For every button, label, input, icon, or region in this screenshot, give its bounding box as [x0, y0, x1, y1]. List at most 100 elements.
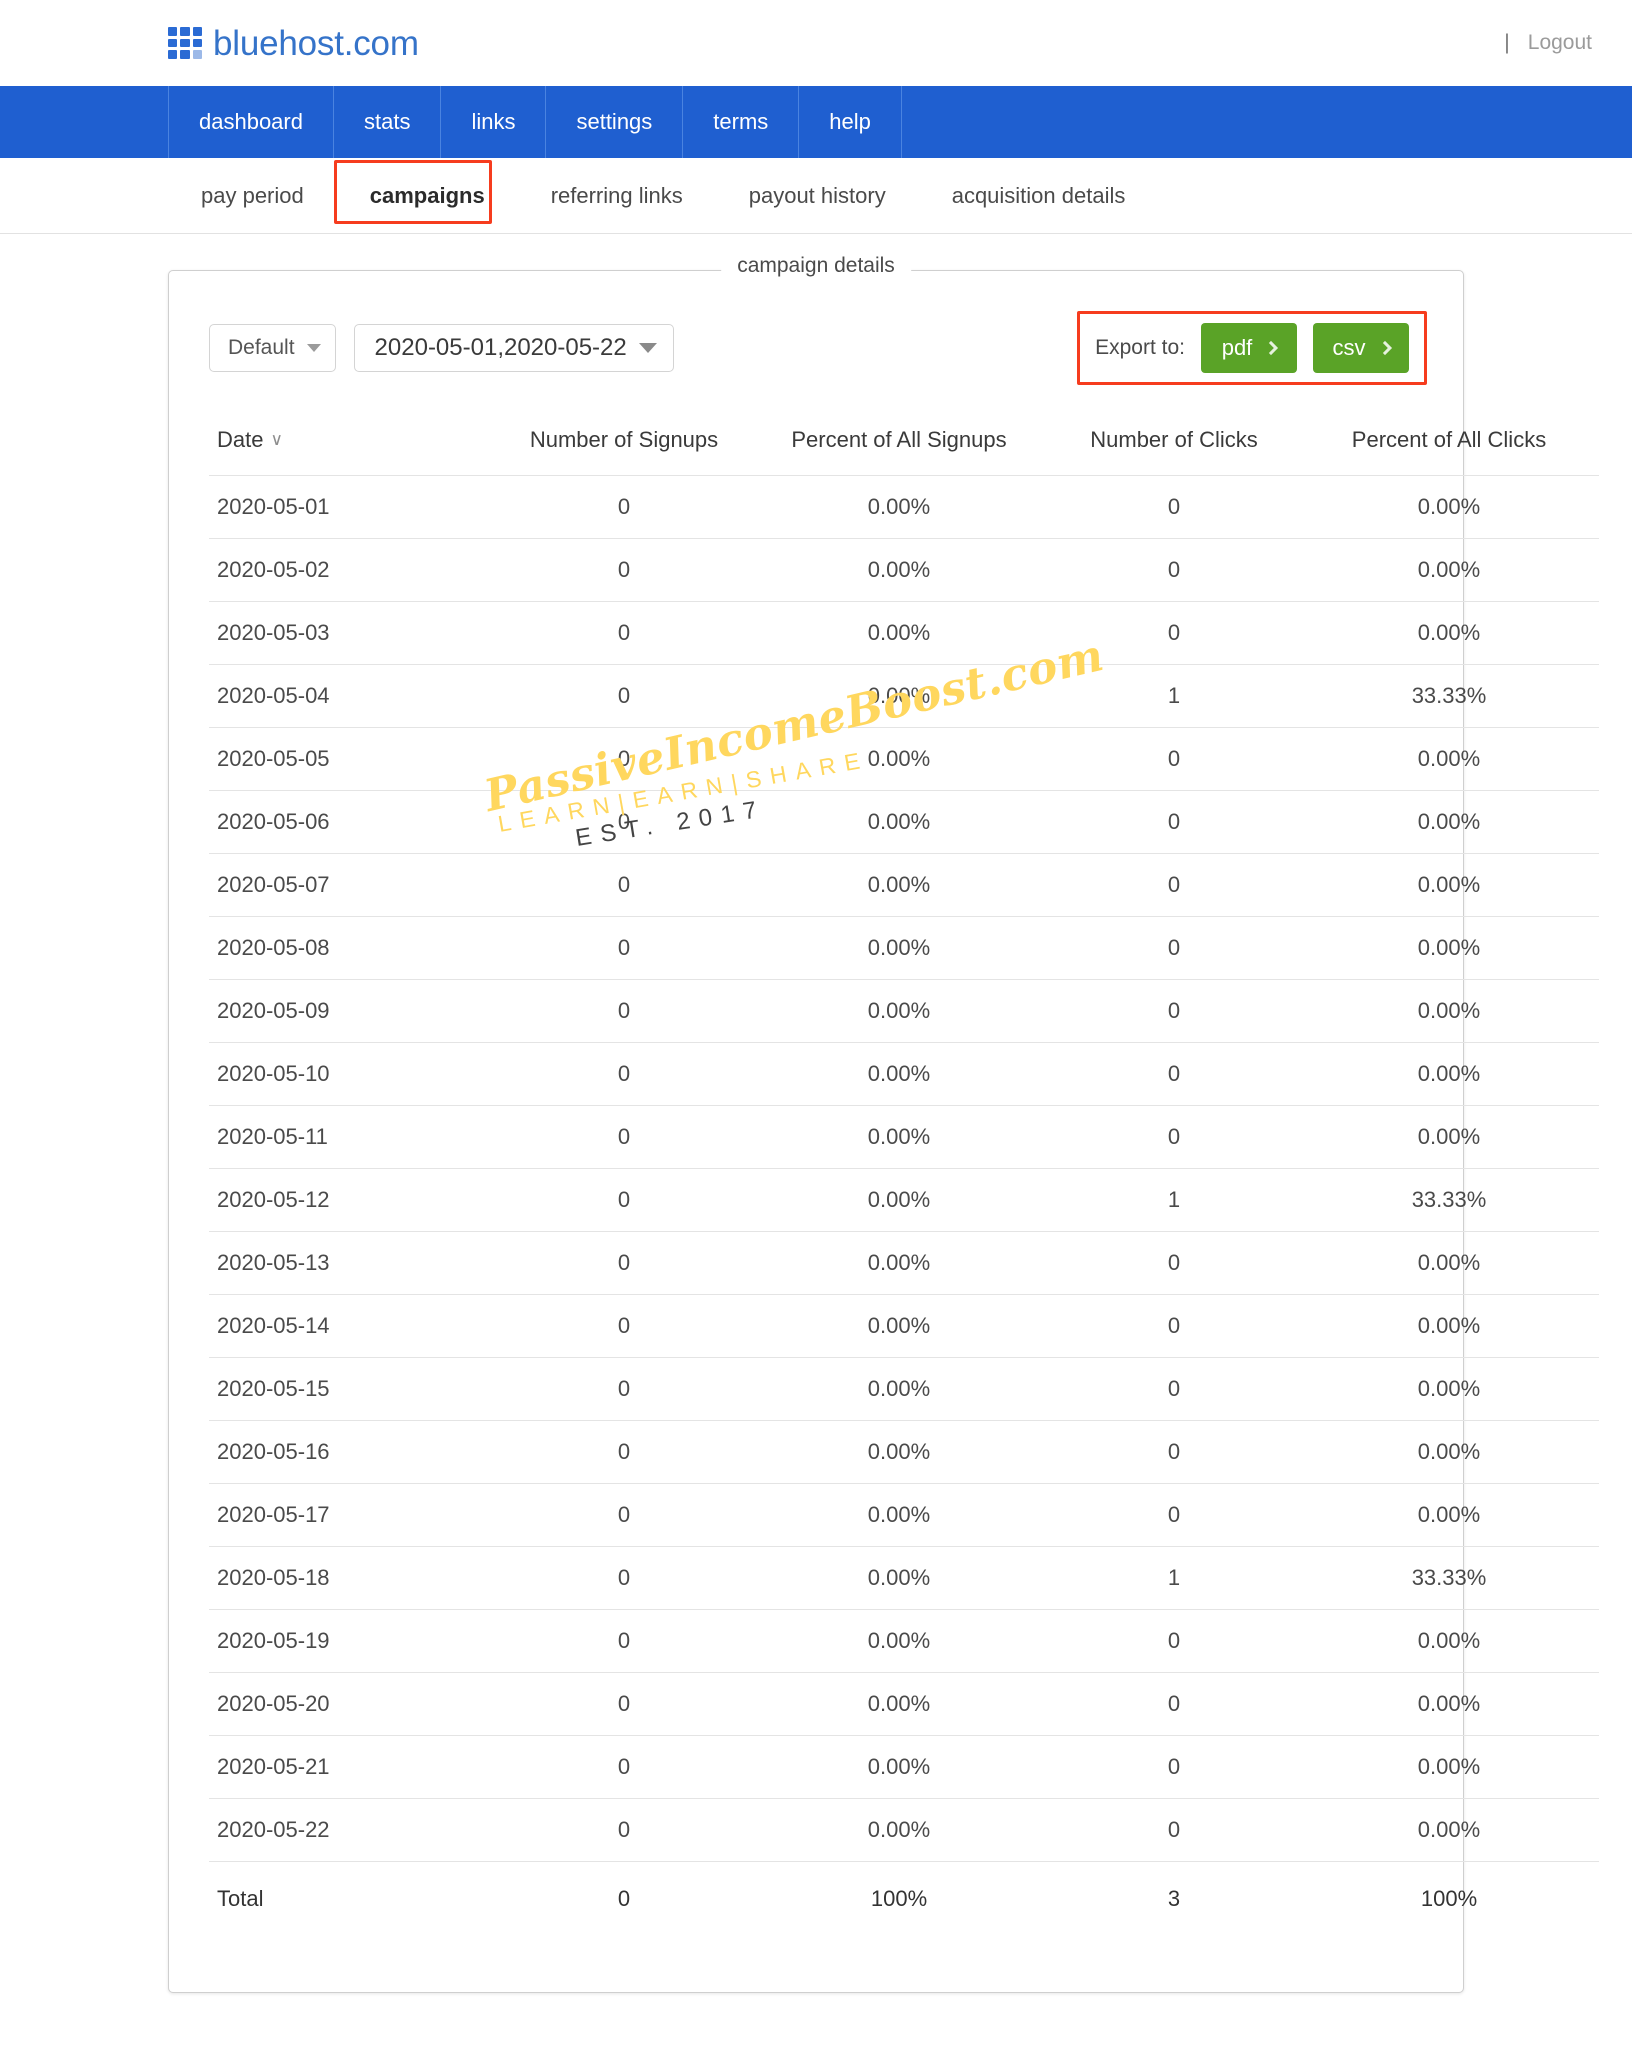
brand-logo-link[interactable]: bluehost.com: [168, 26, 419, 61]
cell-percent-clicks: 0.00%: [1299, 727, 1599, 791]
nav-item-links[interactable]: links: [441, 86, 547, 158]
nav-item-help[interactable]: help: [799, 86, 902, 158]
table-row: 2020-05-04 0 0.00% 1 33.33%: [209, 664, 1599, 728]
cell-percent-signups: 0.00%: [749, 1231, 1049, 1295]
cell-date: 2020-05-09: [209, 979, 499, 1043]
column-header-clicks[interactable]: Number of Clicks: [1049, 411, 1299, 476]
nav-item-dashboard[interactable]: dashboard: [168, 86, 334, 158]
cell-percent-clicks: 0.00%: [1299, 790, 1599, 854]
cell-date: 2020-05-07: [209, 853, 499, 917]
table-body: 2020-05-01 0 0.00% 0 0.00% 2020-05-02 0 0.00% 0 0…: [209, 475, 1599, 1931]
cell-clicks: 0: [1049, 601, 1299, 665]
export-pdf-label: pdf: [1221, 335, 1253, 360]
column-header-percent-clicks[interactable]: Percent of All Clicks: [1299, 411, 1599, 476]
table-row: 2020-05-03 0 0.00% 0 0.00%: [209, 601, 1599, 665]
cell-percent-clicks: 0.00%: [1299, 1294, 1599, 1358]
nav-item-settings[interactable]: settings: [546, 86, 684, 158]
cell-date: 2020-05-06: [209, 790, 499, 854]
cell-percent-signups: 0.00%: [749, 1105, 1049, 1169]
cell-date: 2020-05-21: [209, 1735, 499, 1799]
export-pdf-button[interactable]: pdf: [1201, 323, 1297, 373]
table-row: 2020-05-11 0 0.00% 0 0.00%: [209, 1105, 1599, 1169]
cell-percent-signups: 0.00%: [749, 727, 1049, 791]
table-row: 2020-05-02 0 0.00% 0 0.00%: [209, 538, 1599, 602]
cell-clicks: 1: [1049, 664, 1299, 728]
cell-clicks: 1: [1049, 1168, 1299, 1232]
table-row: 2020-05-06 0 0.00% 0 0.00%: [209, 790, 1599, 854]
chevron-down-icon: ∨: [270, 430, 283, 449]
column-header-signups[interactable]: Number of Signups: [499, 411, 749, 476]
cell-date: 2020-05-10: [209, 1042, 499, 1106]
cell-percent-clicks: 0.00%: [1299, 916, 1599, 980]
cell-date: 2020-05-22: [209, 1798, 499, 1862]
cell-percent-signups: 0.00%: [749, 601, 1049, 665]
grid-squares-icon: [168, 27, 202, 59]
subnav-item-acquisition-details[interactable]: acquisition details: [919, 183, 1159, 209]
cell-percent-signups: 0.00%: [749, 664, 1049, 728]
cell-signups: 0: [499, 853, 749, 917]
main-navigation: dashboard stats links settings terms hel…: [0, 86, 1632, 158]
column-header-percent-signups[interactable]: Percent of All Signups: [749, 411, 1049, 476]
cell-date: 2020-05-19: [209, 1609, 499, 1673]
cell-clicks: 0: [1049, 1672, 1299, 1736]
table-row: 2020-05-15 0 0.00% 0 0.00%: [209, 1357, 1599, 1421]
cell-percent-signups: 0.00%: [749, 790, 1049, 854]
cell-clicks: 0: [1049, 475, 1299, 539]
brand-name: bluehost.com: [213, 23, 419, 63]
cell-clicks: 0: [1049, 1105, 1299, 1169]
subnav-item-pay-period[interactable]: pay period: [168, 183, 337, 209]
cell-percent-signups: 0.00%: [749, 853, 1049, 917]
cell-clicks: 1: [1049, 1546, 1299, 1610]
cell-clicks: 0: [1049, 853, 1299, 917]
cell-signups: 0: [617, 1886, 631, 1911]
table-row: 2020-05-19 0 0.00% 0 0.00%: [209, 1609, 1599, 1673]
cell-signups: 0: [499, 1483, 749, 1547]
cell-percent-clicks: 0.00%: [1299, 853, 1599, 917]
cell-clicks: 0: [1049, 727, 1299, 791]
table-row: 2020-05-21 0 0.00% 0 0.00%: [209, 1735, 1599, 1799]
cell-clicks: 0: [1049, 1735, 1299, 1799]
table-row: 2020-05-18 0 0.00% 1 33.33%: [209, 1546, 1599, 1610]
cell-percent-signups: 0.00%: [749, 1735, 1049, 1799]
nav-item-stats[interactable]: stats: [334, 86, 442, 158]
cell-clicks: 0: [1049, 1042, 1299, 1106]
cell-percent-signups: 0.00%: [749, 1357, 1049, 1421]
panel-controls: Default 2020-05-01,2020-05-22 Export to:…: [209, 271, 1427, 385]
table-row: 2020-05-01 0 0.00% 0 0.00%: [209, 475, 1599, 539]
cell-signups: 0: [499, 727, 749, 791]
cell-clicks: 0: [1049, 1357, 1299, 1421]
export-csv-label: csv: [1332, 335, 1366, 360]
cell-percent-signups: 0.00%: [749, 1294, 1049, 1358]
cell-date: 2020-05-18: [209, 1546, 499, 1610]
cell-date: 2020-05-15: [209, 1357, 499, 1421]
header-right-group: | Logout: [1504, 0, 1592, 86]
table-row: 2020-05-14 0 0.00% 0 0.00%: [209, 1294, 1599, 1358]
campaign-details-panel: campaign details Default 2020-05-01,2020…: [168, 254, 1599, 1993]
table-row: 2020-05-13 0 0.00% 0 0.00%: [209, 1231, 1599, 1295]
cell-percent-clicks: 0.00%: [1299, 601, 1599, 665]
subnav-item-payout-history[interactable]: payout history: [716, 183, 919, 209]
nav-item-terms[interactable]: terms: [683, 86, 800, 158]
column-header-date[interactable]: Date ∨: [209, 411, 499, 476]
cell-percent-clicks: 0.00%: [1299, 1735, 1599, 1799]
cell-clicks: 0: [1049, 1231, 1299, 1295]
table-head: Date ∨ Number of Signups Percent of All S…: [209, 411, 1599, 476]
campaign-filter-value: Default: [228, 336, 295, 359]
cell-percent-signups: 0.00%: [749, 1168, 1049, 1232]
cell-percent-clicks: 0.00%: [1299, 1357, 1599, 1421]
cell-percent-signups: 0.00%: [749, 1042, 1049, 1106]
cell-clicks: 0: [1049, 979, 1299, 1043]
cell-date: Total: [217, 1886, 264, 1911]
cell-date: 2020-05-02: [209, 538, 499, 602]
subnav-item-campaigns[interactable]: campaigns: [337, 183, 518, 209]
campaign-filter-select[interactable]: Default: [209, 324, 336, 372]
export-csv-button[interactable]: csv: [1313, 323, 1409, 373]
date-range-value: 2020-05-01,2020-05-22: [374, 334, 627, 361]
cell-clicks: 0: [1049, 538, 1299, 602]
table-row: 2020-05-07 0 0.00% 0 0.00%: [209, 853, 1599, 917]
date-range-select[interactable]: 2020-05-01,2020-05-22: [353, 324, 674, 372]
logout-link[interactable]: Logout: [1528, 31, 1592, 55]
chevron-down-icon: [638, 343, 657, 353]
subnav-item-referring-links[interactable]: referring links: [518, 183, 716, 209]
cell-signups: 0: [499, 601, 749, 665]
